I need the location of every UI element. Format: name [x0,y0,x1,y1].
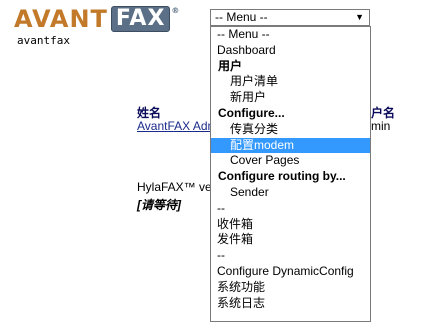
hylafax-version-text: HylaFAX™ ve [137,180,212,194]
menu-select-value: -- Menu -- [215,10,268,24]
chevron-down-icon[interactable]: ▼ [355,10,364,25]
menu-option[interactable]: 发件箱 [211,232,370,248]
menu-optgroup-label: Configure routing by... [218,169,346,184]
menu-option[interactable]: -- [211,248,370,264]
avantfax-logo[interactable]: AVANT FAX ® [14,6,180,32]
menu-option[interactable]: 系统日志 [211,296,370,312]
menu-optgroup-label: Configure... [218,105,285,120]
menu-dropdown-list[interactable]: -- Menu -- Dashboard 用户 用户清单 新用户 Configure...… [210,26,371,322]
current-username: avantfax [17,34,70,47]
logo-trademark: ® [171,6,181,15]
menu-optgroup-label: 用户 [218,58,243,73]
menu-option[interactable]: -- Menu -- [211,27,370,43]
menu-option[interactable]: Configure DynamicConfig [211,264,370,280]
menu-option[interactable]: Sender [211,185,370,201]
menu-option[interactable]: 收件箱 [211,217,370,233]
menu-option[interactable]: 系统功能 [211,280,370,296]
menu-select[interactable]: -- Menu -- ▼ [210,9,370,26]
menu-option[interactable]: Dashboard [211,43,370,59]
menu-option[interactable]: 配置modem [211,137,370,154]
menu-option[interactable]: 用户清单 [211,74,370,90]
logo-fax-text: FAX [110,6,171,32]
please-wait-text: [请等待] [137,198,181,212]
menu-option[interactable]: 传真分类 [211,122,370,138]
menu-option[interactable]: 新用户 [211,90,370,106]
menu-option[interactable]: -- [211,201,370,217]
admin-username-value: min [371,119,391,133]
menu-option[interactable]: Cover Pages [211,153,370,169]
logo-avant-text: AVANT [14,5,108,33]
